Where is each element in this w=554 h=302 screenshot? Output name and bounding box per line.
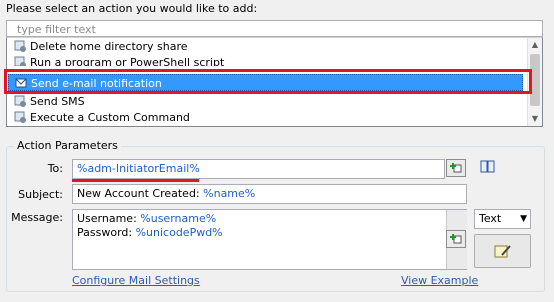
action-gear-icon (14, 111, 26, 123)
scroll-down-arrow-icon[interactable]: ▼ (528, 112, 542, 126)
message-line-variable: %unicodePwd% (135, 226, 223, 239)
list-item-label: Execute a Custom Command (30, 111, 190, 124)
message-line-prefix: Password: (77, 226, 136, 239)
list-item-run-program[interactable]: Run a program or PowerShell script (8, 54, 528, 66)
subject-field[interactable]: New Account Created: %name% (72, 184, 467, 204)
dropdown-arrow-icon: ▼ (520, 214, 527, 224)
list-item-delete-home-directory-share[interactable]: Delete home directory share (8, 38, 528, 55)
message-label: Message: (11, 211, 63, 224)
insert-variable-icon (450, 163, 462, 173)
filter-input[interactable]: type filter text (6, 20, 543, 37)
message-field[interactable]: Username: %username% Password: %unicodeP… (72, 209, 467, 270)
message-line-variable: %username% (140, 212, 217, 225)
action-parameters-title: Action Parameters (14, 139, 121, 152)
configure-mail-settings-link[interactable]: Configure Mail Settings (72, 274, 200, 287)
action-prompt-label: Please select an action you would like t… (6, 2, 258, 15)
message-format-select[interactable]: Text ▼ (474, 209, 531, 229)
message-line-username: Username: %username% (77, 212, 216, 225)
subject-prefix: New Account Created: (77, 187, 204, 200)
to-insert-variable-button[interactable] (446, 159, 466, 177)
message-insert-variable-button[interactable] (446, 230, 466, 248)
list-item-label: Send SMS (30, 95, 85, 108)
subject-variable: %name% (203, 187, 256, 200)
to-label: To: (47, 162, 63, 175)
edit-template-button[interactable] (474, 234, 531, 268)
list-item-execute-custom-command[interactable]: Execute a Custom Command (8, 109, 528, 126)
to-field-underline-annotation (72, 179, 199, 182)
message-line-password: Password: %unicodePwd% (77, 226, 223, 239)
list-item-label: Run a program or PowerShell script (30, 56, 225, 66)
scroll-up-arrow-icon[interactable]: ▲ (528, 38, 542, 52)
format-selected-value: Text (479, 212, 502, 225)
action-gear-icon (14, 40, 26, 52)
selection-highlight-annotation (4, 69, 532, 94)
address-book-icon[interactable] (480, 160, 495, 173)
insert-variable-icon (450, 234, 462, 244)
view-example-link[interactable]: View Example (401, 274, 478, 287)
to-value: %adm-InitiatorEmail% (77, 162, 200, 175)
action-gear-icon (14, 95, 26, 107)
list-item-label: Delete home directory share (30, 40, 188, 53)
to-field[interactable]: %adm-InitiatorEmail% (72, 159, 445, 179)
list-item-send-sms[interactable]: Send SMS (8, 93, 528, 110)
action-gear-icon (14, 56, 26, 66)
subject-label: Subject: (18, 188, 63, 201)
edit-template-icon (494, 245, 511, 258)
message-line-prefix: Username: (77, 212, 141, 225)
